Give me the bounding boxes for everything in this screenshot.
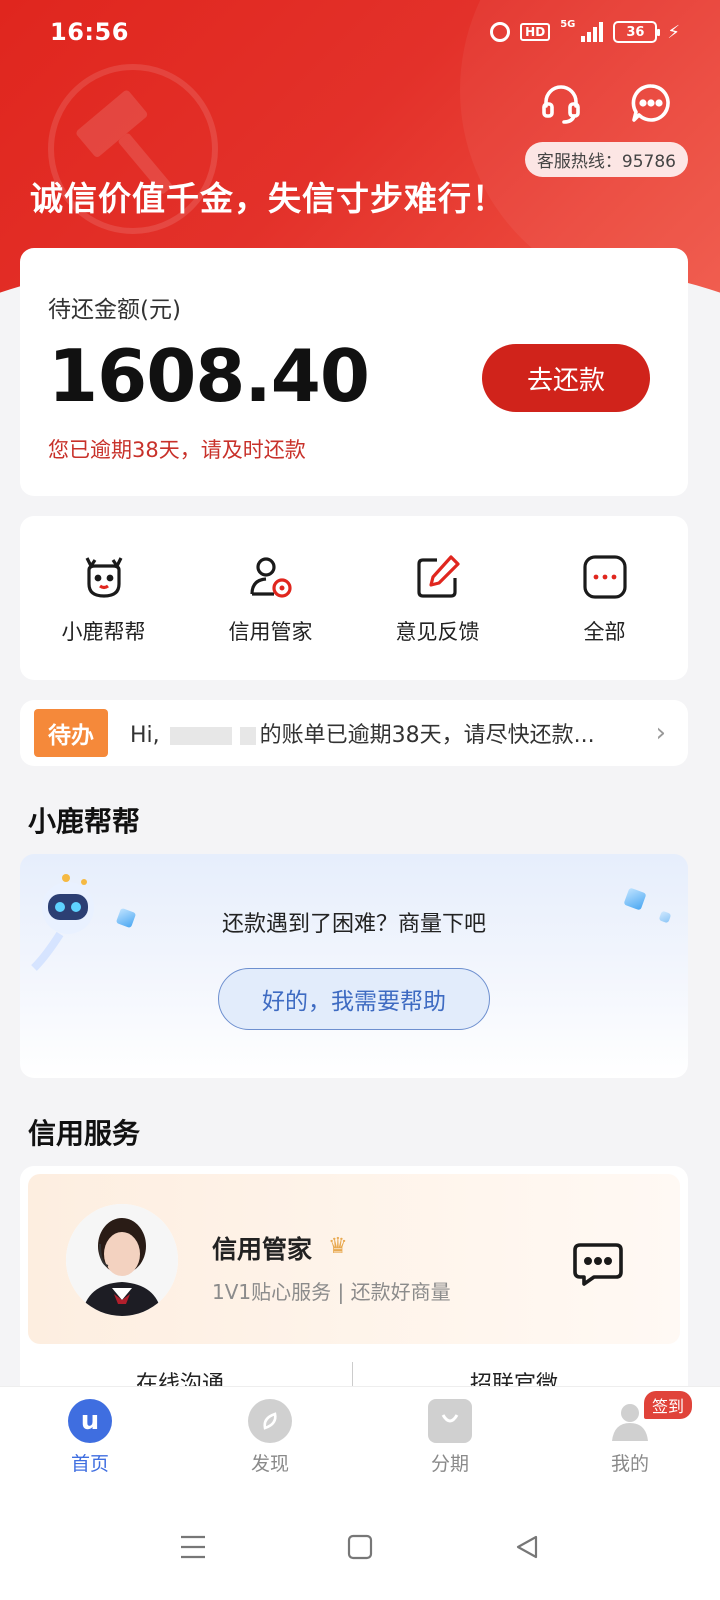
- balance-card: 待还金额(元) 1608.40 您已逾期38天，请及时还款 去还款: [20, 248, 688, 496]
- help-card: 还款遇到了困难？商量下吧 好的，我需要帮助: [20, 854, 688, 1078]
- home-square-icon[interactable]: [340, 1527, 380, 1567]
- discover-compass-icon: [248, 1399, 292, 1443]
- overdue-warning: 您已逾期38天，请及时还款: [48, 438, 306, 462]
- quick-actions: 小鹿帮帮 信用管家 意见反馈 全部: [20, 516, 688, 680]
- quick-action-label: 意见反馈: [395, 620, 480, 644]
- status-time: 16:56: [50, 18, 129, 46]
- service-section-title: 信用服务: [28, 1117, 141, 1150]
- bottom-tab-bar: u 首页 发现 分期 我的 签到: [0, 1386, 720, 1494]
- message-icon[interactable]: [572, 1242, 624, 1286]
- todo-greeting: Hi,: [130, 723, 160, 748]
- avatar: [66, 1204, 178, 1316]
- tab-label: 分期: [430, 1453, 469, 1475]
- headset-icon[interactable]: [540, 82, 582, 124]
- alarm-icon: [490, 22, 511, 42]
- credit-steward-icon: [249, 557, 292, 598]
- tab-label: 发现: [250, 1453, 289, 1475]
- tab-profile[interactable]: 我的 签到: [540, 1387, 720, 1494]
- quick-action-credit-steward[interactable]: 信用管家: [187, 516, 354, 680]
- signal-icon: [581, 22, 604, 42]
- checkin-badge[interactable]: 签到: [644, 1391, 693, 1419]
- quick-action-label: 全部: [583, 620, 626, 644]
- battery-level: 36: [626, 24, 645, 40]
- balance-label: 待还金额(元): [48, 297, 181, 323]
- charging-icon: ⚡: [667, 21, 680, 43]
- network-type: 5G: [560, 18, 576, 30]
- system-nav-bar: [0, 1494, 720, 1600]
- tab-home[interactable]: u 首页: [0, 1387, 180, 1494]
- menu-icon[interactable]: [173, 1527, 213, 1567]
- repay-button[interactable]: 去还款: [482, 344, 650, 412]
- feedback-edit-icon: [416, 555, 460, 598]
- quick-action-feedback[interactable]: 意见反馈: [354, 516, 521, 680]
- quick-action-label: 小鹿帮帮: [61, 620, 146, 644]
- hotline-label[interactable]: 客服热线：95786: [524, 142, 688, 177]
- chevron-right-icon: ›: [655, 718, 666, 748]
- status-icons: HD 5G 36 ⚡: [490, 18, 680, 43]
- home-u-icon: u: [68, 1399, 112, 1443]
- todo-banner[interactable]: 待办 Hi, 的账单已逾期38天，请尽快还款... ›: [20, 700, 688, 766]
- masked-name: [169, 727, 232, 745]
- chat-icon[interactable]: [630, 82, 672, 124]
- quick-action-deer-help[interactable]: 小鹿帮帮: [20, 516, 187, 680]
- slogan: 诚信价值千金，失信寸步难行！: [30, 179, 506, 218]
- help-question: 还款遇到了困难？商量下吧: [221, 912, 486, 937]
- divider: [352, 1362, 353, 1388]
- tab-label: 我的: [610, 1453, 649, 1475]
- todo-text: 的账单已逾期38天，请尽快还款...: [259, 723, 595, 748]
- deer-icon: [85, 557, 122, 598]
- quick-action-label: 信用管家: [228, 620, 313, 644]
- status-bar: 16:56 HD 5G 36 ⚡: [0, 0, 720, 64]
- steward-panel[interactable]: 信用管家 ♛ 1V1贴心服务 | 还款好商量: [28, 1174, 680, 1344]
- installment-bag-icon: [428, 1399, 472, 1443]
- help-section-title: 小鹿帮帮: [28, 805, 141, 838]
- masked-name: [239, 727, 256, 745]
- need-help-button[interactable]: 好的，我需要帮助: [218, 968, 490, 1030]
- more-icon: [582, 555, 627, 599]
- battery-icon: 36: [613, 21, 661, 43]
- hd-icon: HD: [520, 23, 551, 41]
- tab-installment[interactable]: 分期: [360, 1387, 540, 1494]
- steward-description: 1V1贴心服务 | 还款好商量: [212, 1280, 451, 1304]
- steward-name: 信用管家: [212, 1235, 313, 1264]
- quick-action-all[interactable]: 全部: [521, 516, 688, 680]
- todo-badge: 待办: [34, 709, 108, 757]
- tab-label: 首页: [70, 1453, 109, 1475]
- crown-icon: ♛: [328, 1234, 348, 1259]
- tab-discover[interactable]: 发现: [180, 1387, 360, 1494]
- back-triangle-icon[interactable]: [507, 1527, 547, 1567]
- header-actions: [540, 82, 672, 124]
- todo-message: Hi, 的账单已逾期38天，请尽快还款...: [130, 717, 656, 749]
- balance-amount: 1608.40: [48, 334, 370, 418]
